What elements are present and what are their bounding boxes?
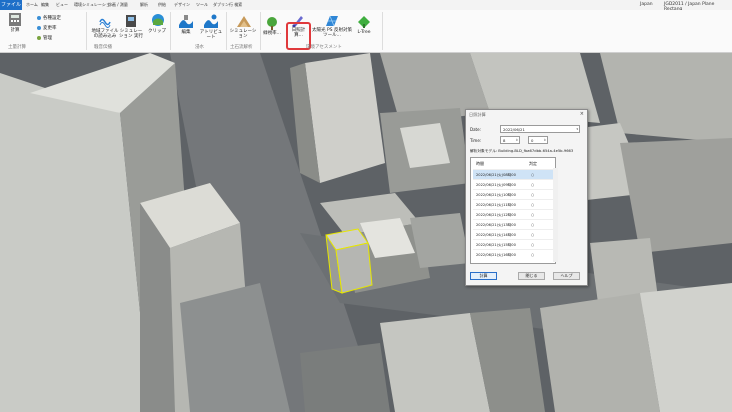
tab-file[interactable]: ファイル (0, 0, 22, 10)
3d-city-viewport[interactable] (0, 53, 732, 412)
simulation-icon (126, 15, 136, 27)
ribbon-separator (226, 12, 227, 50)
change-rate-item[interactable]: 変更率 (37, 25, 57, 31)
rate-icon (37, 25, 41, 30)
tab-edit[interactable]: 編集 (41, 2, 49, 8)
tab-view[interactable]: ビュー (56, 2, 68, 8)
run-simulation-button[interactable]: シミュレーション 実行 (118, 29, 144, 39)
ribbon: 計算 各種設定 変更率 管理 土量計算 地域ファイル の読み込み シミュレーショ… (0, 10, 732, 53)
date-field[interactable]: 2022/06/21 ▾ (500, 125, 580, 133)
group-label-area: 土量計算 (8, 45, 26, 50)
green-view-button[interactable]: 緑視率... (260, 31, 284, 36)
dialog-title: 日照計算 (469, 112, 486, 117)
water-attribute-icon (204, 14, 218, 28)
tab-home[interactable]: ホーム (26, 2, 38, 8)
flood-edit-button[interactable]: 編集 (176, 30, 196, 35)
time-label: Time: (470, 138, 482, 143)
solar-reflection-button[interactable]: 太陽光 PS 反射対策ツール... (311, 28, 353, 38)
spin-arrows-icon[interactable]: ⇕ (543, 137, 546, 144)
spin-arrows-icon[interactable]: ⇕ (515, 137, 518, 144)
help-button[interactable]: ヘルプ (553, 272, 580, 280)
minute-stepper[interactable]: 0 ⇕ (528, 136, 548, 144)
table-row[interactable]: 2022/06/21(火)16時00 ○ (473, 249, 553, 260)
manage-icon (37, 35, 41, 40)
building (410, 213, 470, 268)
calculator-icon (9, 13, 21, 26)
ribbon-separator (86, 12, 87, 50)
solar-panel-icon (326, 15, 338, 27)
ribbon-separator (170, 12, 171, 50)
ribbon-tab-bar: ファイル ホーム 編集 ビュー 環境シミュレーション 計画 / 測量 解析 供給… (0, 0, 732, 12)
building (300, 343, 390, 412)
water-edit-icon (179, 15, 193, 28)
target-model-label: 解析対象モデル: Building-BLD_fba67dbb-654a-4e5b… (470, 149, 574, 153)
tab-supply[interactable]: 供給 (158, 2, 166, 8)
group-label-flood: 浸水 (195, 45, 204, 50)
region-label: Japan (640, 2, 653, 7)
close-button[interactable]: 閉じる (518, 272, 545, 280)
column-header-time: 時間 (476, 161, 484, 166)
l-tree-button[interactable]: L-Tree (353, 30, 375, 35)
soil-mound-icon (237, 16, 251, 27)
sunlight-calculation-dialog: 日照計算 × Date: 2022/06/21 ▾ Time: 8 ⇕ 0 ⇕ 解析対… (465, 109, 588, 286)
flood-attribute-button[interactable]: アトリビュート (198, 30, 224, 40)
tree-icon (267, 17, 277, 30)
table-scrollbar[interactable] (553, 168, 558, 262)
tab-search[interactable]: ダブリン行 検索 (213, 2, 242, 8)
group-label-noise: 騒音伝播 (94, 45, 112, 50)
compute-button[interactable]: 計算 (7, 28, 23, 33)
close-icon[interactable]: × (580, 111, 584, 117)
ribbon-separator (382, 12, 383, 50)
calendar-dropdown-icon[interactable]: ▾ (576, 126, 578, 133)
soil-simulation-button[interactable]: シミュレーション (229, 29, 257, 39)
clip-button[interactable]: クリップ (146, 29, 168, 34)
tab-tools[interactable]: ツール (196, 2, 208, 8)
group-label-soil: 土石流解析 (230, 45, 253, 50)
column-header-judge: 判定 (529, 161, 537, 166)
wave-file-icon (99, 18, 111, 28)
hour-stepper[interactable]: 8 ⇕ (500, 136, 520, 144)
tab-design[interactable]: デザイン (174, 2, 190, 8)
settings-item[interactable]: 各種設定 (37, 15, 61, 21)
tab-analysis[interactable]: 解析 (140, 2, 148, 8)
l-tree-icon (358, 16, 370, 28)
manage-item[interactable]: 管理 (37, 35, 52, 41)
compute-button[interactable]: 計算 (470, 272, 497, 280)
settings-icon (37, 15, 41, 20)
load-region-file-button[interactable]: 地域ファイル の読み込み (91, 29, 119, 39)
results-table: 時間 判定 2022/06/21(火)08時00 ○ 2022/06/21(火)0… (470, 157, 558, 264)
building (540, 293, 660, 412)
tab-plan[interactable]: 計画 / 測量 (108, 2, 128, 8)
group-label-environment: 環境アセスメント (306, 45, 342, 50)
clip-globe-icon (152, 14, 164, 26)
selected-building[interactable] (325, 228, 373, 294)
date-label: Date: (470, 127, 481, 132)
